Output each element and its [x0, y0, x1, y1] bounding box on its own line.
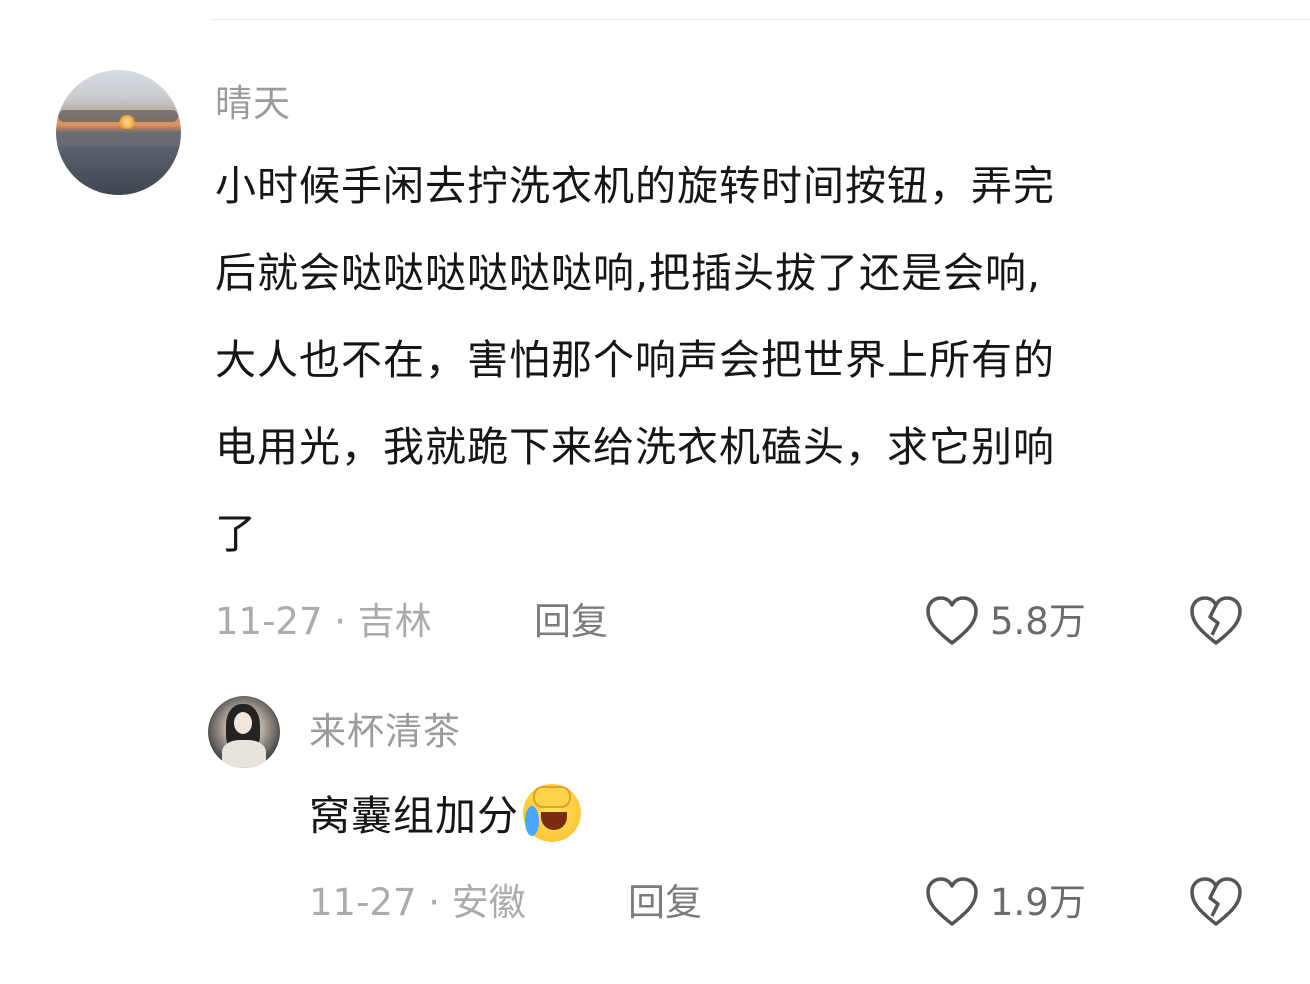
avatar-city [56, 147, 181, 195]
like-button[interactable]: 5.8万 [924, 595, 1086, 647]
reply-reply-button[interactable]: 回复 [628, 884, 702, 921]
comment-username[interactable]: 晴天 [215, 85, 291, 122]
comment-text: 小时候手闲去拧洗衣机的旋转时间按钮，弄完 后就会哒哒哒哒哒哒响,把插头拔了还是会… [215, 143, 1055, 578]
comment-line: 电用光，我就跪下来给洗衣机磕头，求它别响 [215, 423, 1055, 471]
reply-dislike-button[interactable] [1188, 876, 1244, 932]
broken-heart-icon [1190, 877, 1242, 926]
reply-date-location: 11-27 · 安徽 [309, 881, 526, 924]
reply-like-button[interactable]: 1.9万 [924, 876, 1086, 928]
avatar-sun [118, 115, 136, 129]
reply-like-count: 1.9万 [990, 880, 1086, 924]
comment-line: 大人也不在，害怕那个响声会把世界上所有的 [215, 336, 1055, 384]
dislike-button[interactable] [1188, 595, 1244, 651]
heart-icon [926, 596, 978, 645]
reply-text-row: 窝囊组加分 [309, 773, 581, 860]
reply-username[interactable]: 来杯清茶 [309, 713, 461, 750]
avatar-face [234, 712, 252, 734]
like-count: 5.8万 [990, 599, 1086, 643]
top-divider [212, 19, 1310, 20]
reply-text: 窝囊组加分 [309, 792, 519, 840]
reply-avatar[interactable] [208, 696, 280, 768]
comment-line: 了 [215, 510, 257, 558]
avatar[interactable] [56, 70, 181, 195]
heart-icon [926, 877, 978, 926]
broken-heart-icon [1190, 596, 1242, 645]
rolling-on-floor-laughing-icon [523, 784, 581, 842]
comment-line: 后就会哒哒哒哒哒哒响,把插头拔了还是会响, [215, 249, 1042, 297]
reply-button[interactable]: 回复 [534, 603, 608, 640]
avatar-body [222, 740, 266, 768]
comment-line: 小时候手闲去拧洗衣机的旋转时间按钮，弄完 [215, 162, 1055, 210]
comment-date-location: 11-27 · 吉林 [215, 600, 432, 643]
